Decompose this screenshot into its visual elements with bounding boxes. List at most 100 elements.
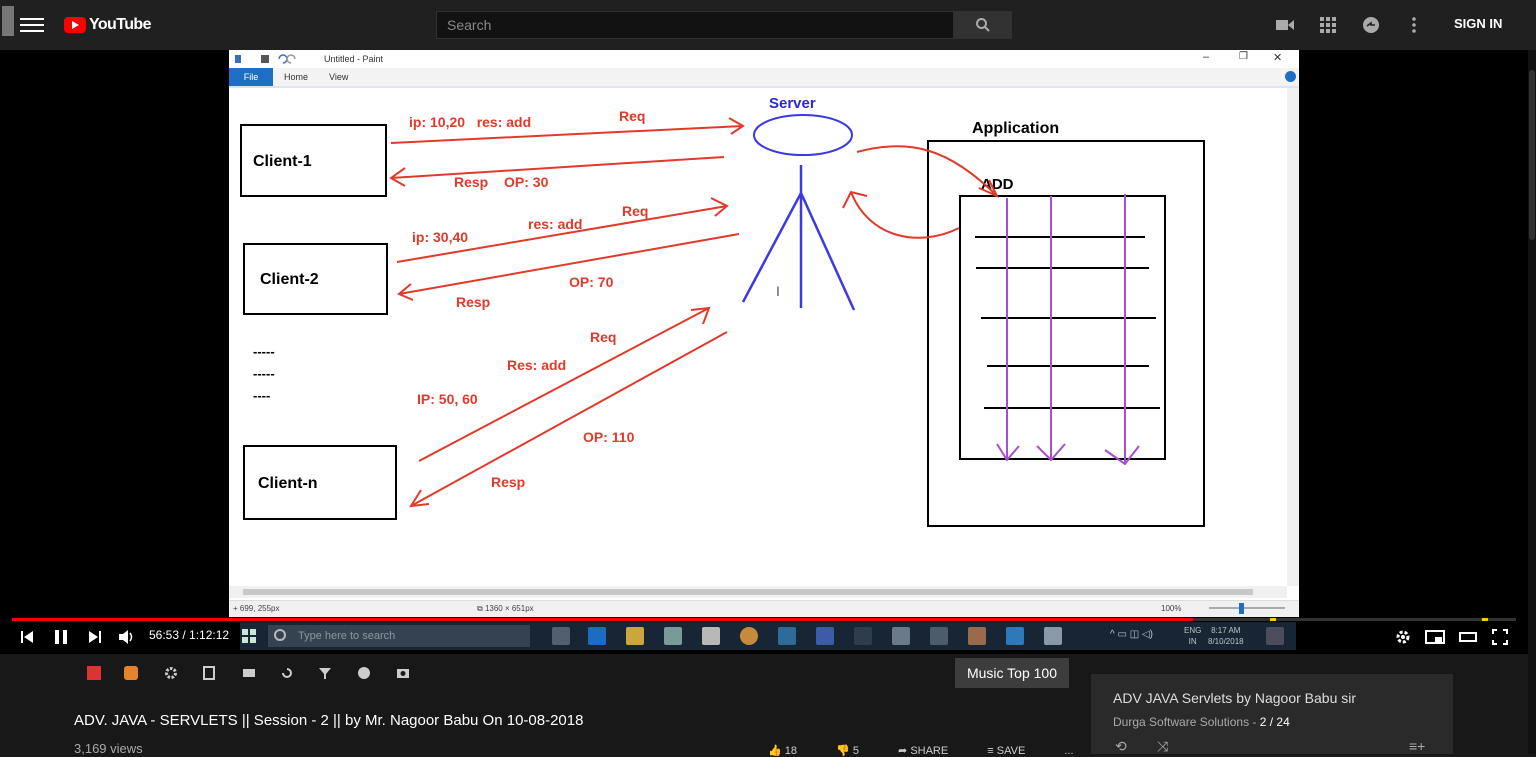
minimize-icon: – — [1203, 51, 1210, 63]
progress-bar[interactable] — [12, 618, 1516, 621]
text-cursor-icon: I — [776, 283, 780, 299]
music-top-badge[interactable]: Music Top 100 — [955, 658, 1069, 688]
film-icon[interactable] — [202, 666, 216, 680]
playlist-title[interactable]: ADV JAVA Servlets by Nagoor Babu sir — [1113, 690, 1356, 706]
task-view-icon — [552, 627, 570, 645]
pause-icon[interactable] — [50, 626, 72, 648]
volume-icon[interactable] — [116, 626, 138, 648]
client-n-label: Client-n — [258, 475, 318, 492]
c2-op-label: OP: 70 — [569, 274, 614, 290]
more-actions-button[interactable]: ... — [1064, 745, 1073, 757]
save-playlist-icon[interactable]: ≡+ — [1409, 738, 1425, 754]
miniplayer-icon[interactable] — [1424, 626, 1446, 648]
tray-clock: 8:17 AM 8/10/2018 — [1208, 625, 1244, 647]
loop-playlist-icon[interactable]: ⟲ — [1115, 738, 1127, 755]
cn-req-label: Req — [590, 329, 616, 345]
taskbar-search-text: Type here to search — [298, 630, 396, 642]
ribbon-tab-home: Home — [284, 72, 309, 82]
shuffle-icon[interactable]: ⤨ — [1157, 738, 1168, 755]
like-button[interactable]: 👍 18 — [768, 745, 815, 757]
gear-icon[interactable] — [164, 666, 178, 680]
cursor-position: + 699, 255px — [233, 604, 280, 613]
app-icon — [854, 627, 872, 645]
speed-icon[interactable] — [357, 666, 371, 680]
paint-statusbar: + 699, 255px ⧉ 1360 × 651px 100% — [229, 600, 1299, 617]
cn-res-label: Res: add — [507, 357, 566, 373]
apps-grid-icon[interactable] — [1317, 14, 1339, 36]
sign-in-button[interactable]: SIGN IN — [1454, 16, 1502, 31]
player-controls: 56:53 / 1:12:12 Type here to search ^ ▭ … — [0, 622, 1528, 652]
progress-played — [12, 618, 1193, 621]
zoom-level: 100% — [1161, 604, 1182, 613]
file-explorer-icon — [626, 627, 644, 645]
save-label: SAVE — [996, 745, 1026, 757]
messages-icon[interactable] — [1360, 14, 1382, 36]
fullscreen-icon[interactable] — [1489, 626, 1511, 648]
dislike-button[interactable]: 👎 5 — [836, 745, 877, 757]
search-box[interactable] — [436, 11, 954, 39]
server-head — [753, 114, 853, 156]
canvas-size: ⧉ 1360 × 651px — [477, 604, 534, 613]
previous-icon[interactable] — [16, 626, 38, 648]
search-icon — [976, 18, 990, 32]
save-button[interactable]: ≡ SAVE — [987, 745, 1043, 757]
c1-resp-label: Resp — [454, 174, 488, 190]
cn-resp-arrow — [409, 331, 728, 508]
app-icon — [968, 627, 986, 645]
close-icon: ✕ — [1273, 52, 1283, 64]
ribbon-tab-view: View — [329, 72, 349, 82]
ellipsis-dashes-2: ----- — [253, 366, 275, 381]
playlist-channel[interactable]: Durga Software Solutions — [1113, 715, 1249, 729]
taskbar-search: Type here to search — [268, 625, 530, 647]
client-1-label: Client-1 — [253, 153, 312, 170]
settings-gear-icon[interactable] — [1392, 626, 1414, 648]
search-button[interactable] — [954, 11, 1012, 39]
extension-icon[interactable] — [87, 666, 101, 680]
zoom-slider-thumb — [1239, 603, 1244, 614]
rss-icon[interactable] — [124, 666, 138, 680]
c1-request-text: ip: 10,20 res: add — [409, 114, 531, 130]
client-2-label: Client-2 — [260, 271, 319, 288]
add-component-box — [959, 195, 1166, 460]
tray-date: 8/10/2018 — [1208, 637, 1244, 646]
paint-vertical-scrollbar — [1287, 88, 1299, 586]
server-leg-left — [741, 192, 803, 303]
cn-op-label: OP: 110 — [583, 429, 635, 445]
notifications-icon — [1266, 627, 1284, 645]
camera-icon[interactable] — [396, 666, 410, 680]
c2-resp-label: Resp — [456, 294, 490, 310]
app-icon — [778, 627, 796, 645]
youtube-logo[interactable]: YouTube — [64, 15, 151, 35]
c1-op-label: OP: 30 — [504, 174, 549, 190]
mail-icon — [702, 627, 720, 645]
menu-icon[interactable] — [20, 14, 44, 36]
filter-icon[interactable] — [318, 666, 332, 680]
more-vert-icon[interactable] — [1403, 14, 1425, 36]
application-label: Application — [972, 120, 1059, 137]
app-icon — [1006, 627, 1024, 645]
c2-req-label: Req — [622, 203, 648, 219]
c2-ip-label: ip: 30,40 — [412, 229, 468, 245]
ellipsis-dashes-3: ---- — [253, 388, 270, 403]
share-button[interactable]: ➦ SHARE — [898, 745, 966, 757]
app-icon — [816, 627, 834, 645]
cortana-icon — [274, 629, 286, 641]
screen-icon[interactable] — [242, 666, 256, 680]
tray-region: IN — [1188, 637, 1197, 646]
loop-icon[interactable] — [280, 666, 294, 680]
application-box — [927, 140, 1205, 527]
page-scrollbar[interactable] — [1528, 50, 1536, 754]
search-input[interactable] — [437, 12, 953, 38]
paint-horizontal-scrollbar — [229, 586, 1287, 598]
playlist-subtitle: Durga Software Solutions - 2 / 24 — [1113, 715, 1290, 729]
c1-req-label: Req — [619, 108, 645, 124]
create-video-icon[interactable] — [1274, 14, 1296, 36]
cn-req-arrow — [418, 306, 711, 462]
theater-mode-icon[interactable] — [1457, 626, 1479, 648]
tray-lang: ENG — [1184, 626, 1202, 635]
next-icon[interactable] — [84, 626, 106, 648]
page-scrollbar-thumb[interactable] — [1529, 70, 1535, 240]
app-icon — [1044, 627, 1062, 645]
c1-resp-arrow — [389, 156, 725, 187]
time-display: 56:53 / 1:12:12 — [149, 628, 230, 642]
